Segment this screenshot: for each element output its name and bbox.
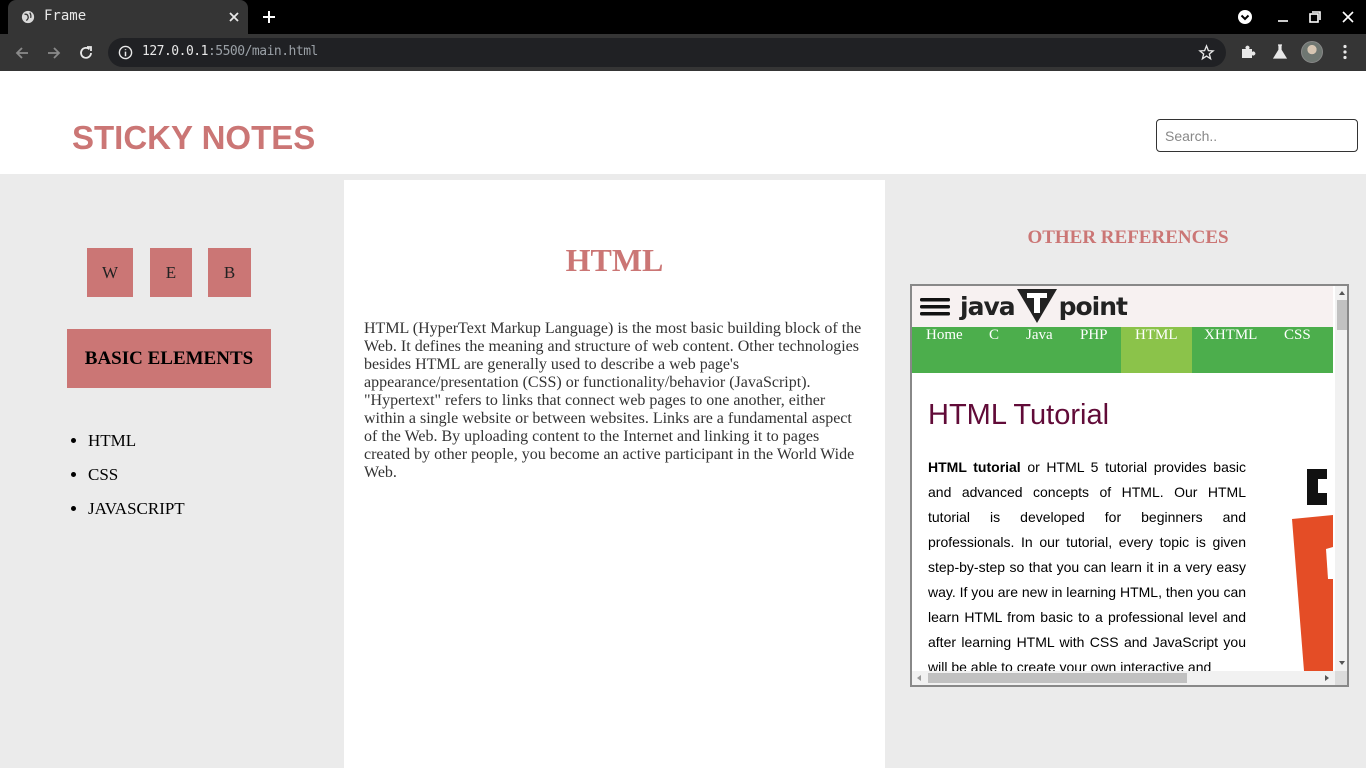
logo-t-mark-icon [1016,289,1057,323]
close-tab-icon[interactable] [226,9,242,25]
more-menu-icon[interactable] [1336,43,1354,61]
list-item-css: CSS [88,464,185,498]
nav-item-c[interactable]: C [975,327,1013,373]
tutorial-text: or HTML 5 tutorial provides basic and ad… [928,459,1247,671]
scroll-right-arrow-icon[interactable] [1322,673,1332,683]
tutorial-bold-text: HTML tutorial [928,459,1021,475]
restore-icon[interactable] [1307,9,1323,25]
references-title: OTHER REFERENCES [1027,227,1229,248]
tutorial-heading: HTML Tutorial [928,399,1110,431]
content-paragraph: HTML (HyperText Markup Language) is the … [364,320,862,481]
scroll-down-arrow-icon[interactable] [1337,658,1347,668]
elements-list: HTML CSS JAVASCRIPT [88,430,185,532]
main-content: HTML HTML (HyperText Markup Language) is… [344,180,885,768]
nav-item-html[interactable]: HTML [1121,327,1192,373]
html5-logo-icon [1292,469,1333,671]
tab-title: Frame [44,8,87,24]
nav-item-home[interactable]: Home [912,327,977,373]
new-tab-icon[interactable] [261,9,277,25]
close-window-icon[interactable] [1340,9,1356,25]
logo-text-right: point [1058,291,1128,321]
javatpoint-header: java point [912,286,1333,327]
tutorial-paragraph: HTML tutorial or HTML 5 tutorial provide… [928,455,1246,671]
basic-elements-heading: BASIC ELEMENTS [67,329,271,388]
forward-icon[interactable] [45,44,63,62]
letter-box-b: B [208,248,251,297]
left-sidebar: W E B BASIC ELEMENTS HTML CSS JAVASCRIPT [0,174,344,768]
scroll-up-arrow-icon[interactable] [1337,288,1347,298]
scrollbar-corner [1335,671,1347,685]
letter-box-e: E [150,248,192,297]
profile-avatar[interactable] [1301,41,1323,63]
site-info-icon[interactable] [118,45,133,60]
globe-icon [21,10,35,24]
bookmark-star-icon[interactable] [1198,44,1215,61]
browser-toolbar: 127.0.0.1:5500/main.html [0,34,1366,71]
vertical-scroll-thumb[interactable] [1337,300,1347,330]
nav-item-php[interactable]: PHP [1066,327,1122,373]
nav-item-xhtml[interactable]: XHTML [1190,327,1271,373]
nav-item-java[interactable]: Java [1012,327,1067,373]
iframe-vertical-scrollbar[interactable] [1335,286,1347,671]
scroll-left-arrow-icon[interactable] [914,673,924,683]
extensions-icon[interactable] [1239,43,1257,61]
list-item-javascript: JAVASCRIPT [88,498,185,532]
logo-text-left: java [960,291,1016,321]
tab-strip: Frame [0,0,1366,34]
reload-icon[interactable] [77,44,95,62]
address-bar[interactable]: 127.0.0.1:5500/main.html [108,38,1226,67]
tutorial-content: HTML Tutorial HTML tutorial or HTML 5 tu… [920,387,1333,671]
url-path: :5500/main.html [207,44,318,59]
labs-flask-icon[interactable] [1271,43,1289,61]
iframe-horizontal-scrollbar[interactable] [912,671,1335,685]
list-item-html: HTML [88,430,185,464]
nav-item-css[interactable]: CSS [1270,327,1325,373]
javatpoint-nav: Home C Java PHP HTML XHTML CSS [912,327,1333,373]
reference-iframe[interactable]: java point Home C Java PHP HTML XHTML CS… [910,284,1349,687]
content-title: HTML [565,242,664,278]
url-text: 127.0.0.1:5500/main.html [142,44,318,59]
browser-tab[interactable]: Frame [8,0,248,34]
minimize-icon[interactable] [1275,9,1291,25]
hamburger-menu-icon[interactable] [920,297,952,317]
url-host: 127.0.0.1 [142,44,208,59]
javatpoint-logo[interactable]: java point [960,288,1128,324]
back-icon[interactable] [13,44,31,62]
tab-search-icon[interactable] [1237,9,1253,25]
site-title: STICKY NOTES [72,119,316,156]
letter-box-w: W [87,248,133,297]
site-header: STICKY NOTES [0,71,1366,174]
search-input[interactable] [1156,119,1358,152]
horizontal-scroll-thumb[interactable] [928,673,1187,683]
